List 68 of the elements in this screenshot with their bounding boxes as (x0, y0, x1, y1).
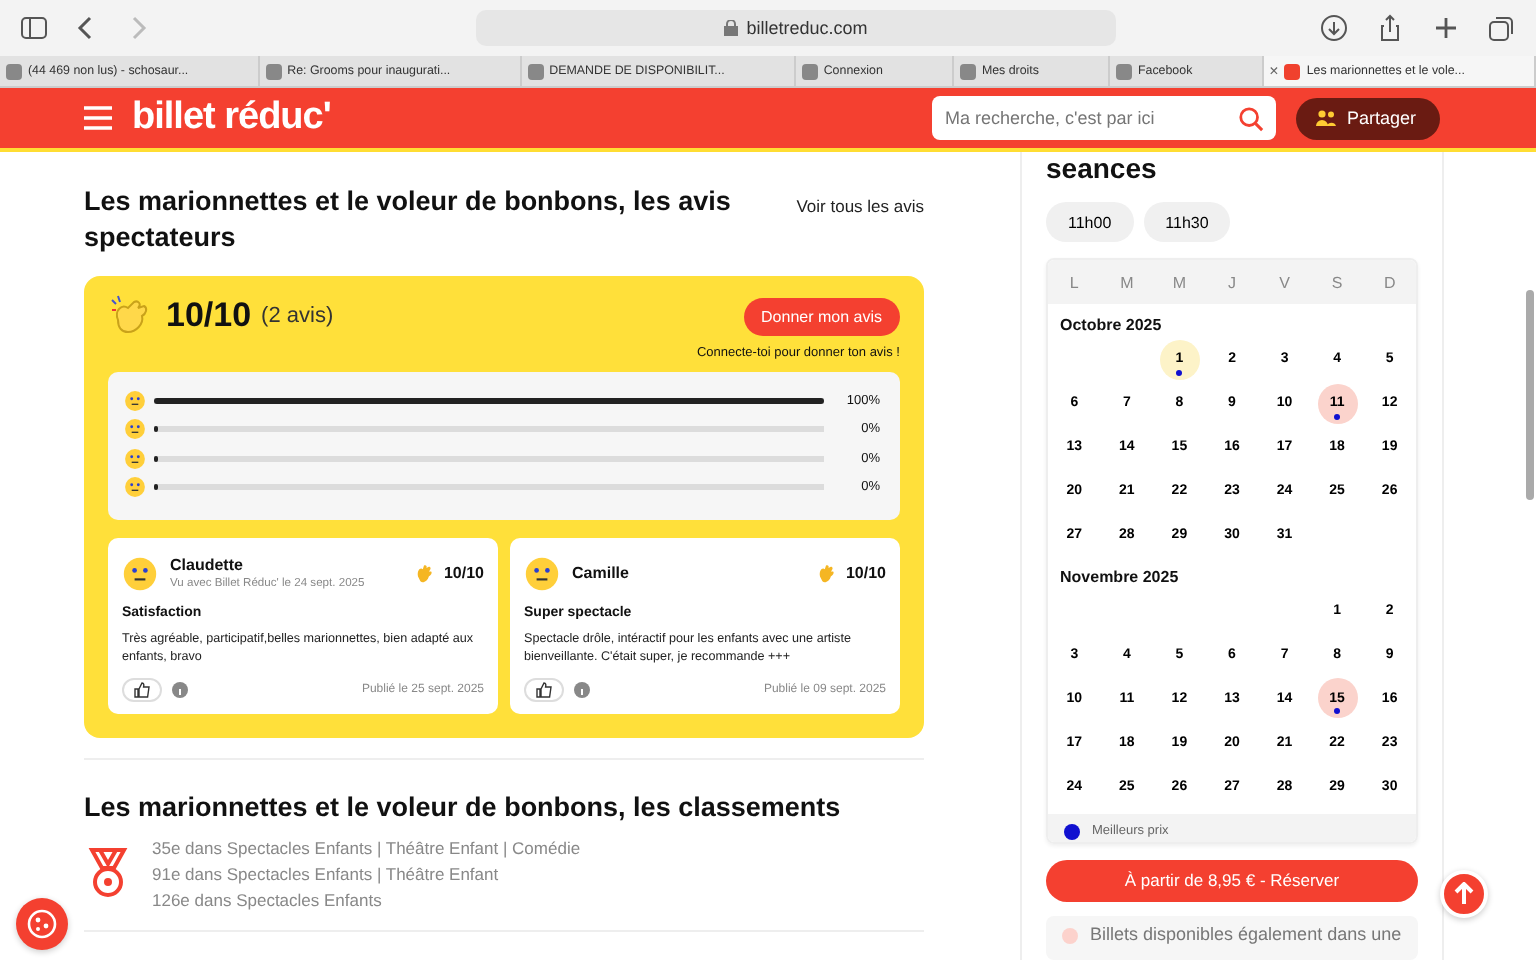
sidebar-icon[interactable] (20, 14, 48, 42)
medal-icon (84, 847, 132, 899)
weekday-label: M (1118, 273, 1136, 291)
see-all-link[interactable]: Voir tous les avis (796, 196, 924, 216)
review-score: 10/10 (443, 564, 484, 582)
info-icon[interactable] (574, 681, 590, 697)
emoji-face-icon (124, 476, 146, 498)
logo[interactable]: billet réduc' (132, 96, 331, 140)
review-author: Claudette (170, 556, 245, 574)
weekday-label: L (1067, 273, 1081, 291)
scroll-to-top-button[interactable] (1440, 870, 1488, 918)
people-icon (1316, 110, 1337, 126)
tabs-overview-icon[interactable] (1488, 14, 1516, 42)
emoji-face-icon (124, 418, 146, 440)
sessions-title: seances (1046, 152, 1159, 184)
weekday-label: D (1381, 273, 1398, 291)
cookie-button[interactable] (16, 898, 68, 950)
favicon-icon (801, 63, 818, 79)
share-button[interactable]: Partager (1296, 97, 1440, 139)
notice-dot-icon (1062, 928, 1078, 945)
favicon-icon (527, 63, 544, 79)
month-title: Octobre 2025 (1058, 314, 1164, 338)
share-icon[interactable] (1376, 14, 1404, 42)
favicon-icon (1284, 63, 1301, 79)
section-title: Les marionnettes et le voleur de bonbons, les avis spectateurs (84, 184, 733, 256)
month-title: Novembre 2025 (1058, 565, 1181, 590)
menu-icon[interactable] (84, 106, 112, 130)
search-field[interactable]: Ma recherche, c'est par ici (932, 96, 1277, 140)
thumbs-up-icon (536, 681, 552, 697)
time-chip[interactable]: 11h30 (1143, 202, 1231, 242)
search-icon[interactable] (1238, 105, 1265, 131)
favicon-icon (265, 63, 282, 79)
like-button[interactable] (524, 677, 564, 701)
thumbs-up-icon (134, 681, 150, 697)
review-count: (2 avis) (261, 304, 334, 328)
weekday-label: V (1277, 273, 1292, 291)
like-button[interactable] (122, 677, 162, 701)
arrow-up-icon (1454, 882, 1474, 906)
favicon-icon (959, 63, 976, 79)
avatar-smiley-icon (524, 555, 560, 591)
address-bar[interactable]: billetreduc.com (476, 10, 1116, 46)
info-icon[interactable] (172, 681, 188, 697)
give-review-button[interactable]: Donner mon avis (743, 297, 900, 335)
overall-score: 10/10 (166, 296, 252, 336)
section-title: Les marionnettes et le voleur de bonbons, les classements (84, 791, 843, 821)
favicon-icon (6, 63, 22, 79)
weekday-label: M (1170, 273, 1189, 291)
cookie-icon (26, 908, 58, 940)
close-tab-button[interactable]: × (1269, 62, 1279, 80)
time-chip[interactable]: 11h00 (1046, 202, 1134, 242)
scrollbar[interactable] (1526, 290, 1534, 500)
ranking-line: 126e dans Spectacles Enfants (152, 889, 384, 909)
ranking-line: 91e dans Spectacles Enfants | Théâtre Enfant (152, 863, 501, 883)
avatar-smiley-icon (122, 555, 158, 591)
emoji-face-icon (124, 447, 146, 469)
weekday-label: J (1225, 273, 1238, 291)
notice-text: Billets disponibles également dans une (1090, 924, 1402, 949)
review-score: 10/10 (845, 564, 886, 582)
lock-icon (724, 20, 739, 36)
weekday-label: S (1329, 273, 1345, 291)
best-price-dot (1064, 823, 1080, 840)
review-author: Camille (572, 564, 629, 582)
favicon-icon (1115, 63, 1132, 79)
book-button[interactable]: À partir de 8,95 € - Réserver (1046, 859, 1418, 903)
new-tab-icon[interactable] (1432, 14, 1460, 42)
ranking-line: 35e dans Spectacles Enfants | Théâtre Enfant | Comédie (152, 837, 581, 857)
emoji-face-icon (124, 389, 146, 411)
download-icon[interactable] (1320, 14, 1348, 42)
